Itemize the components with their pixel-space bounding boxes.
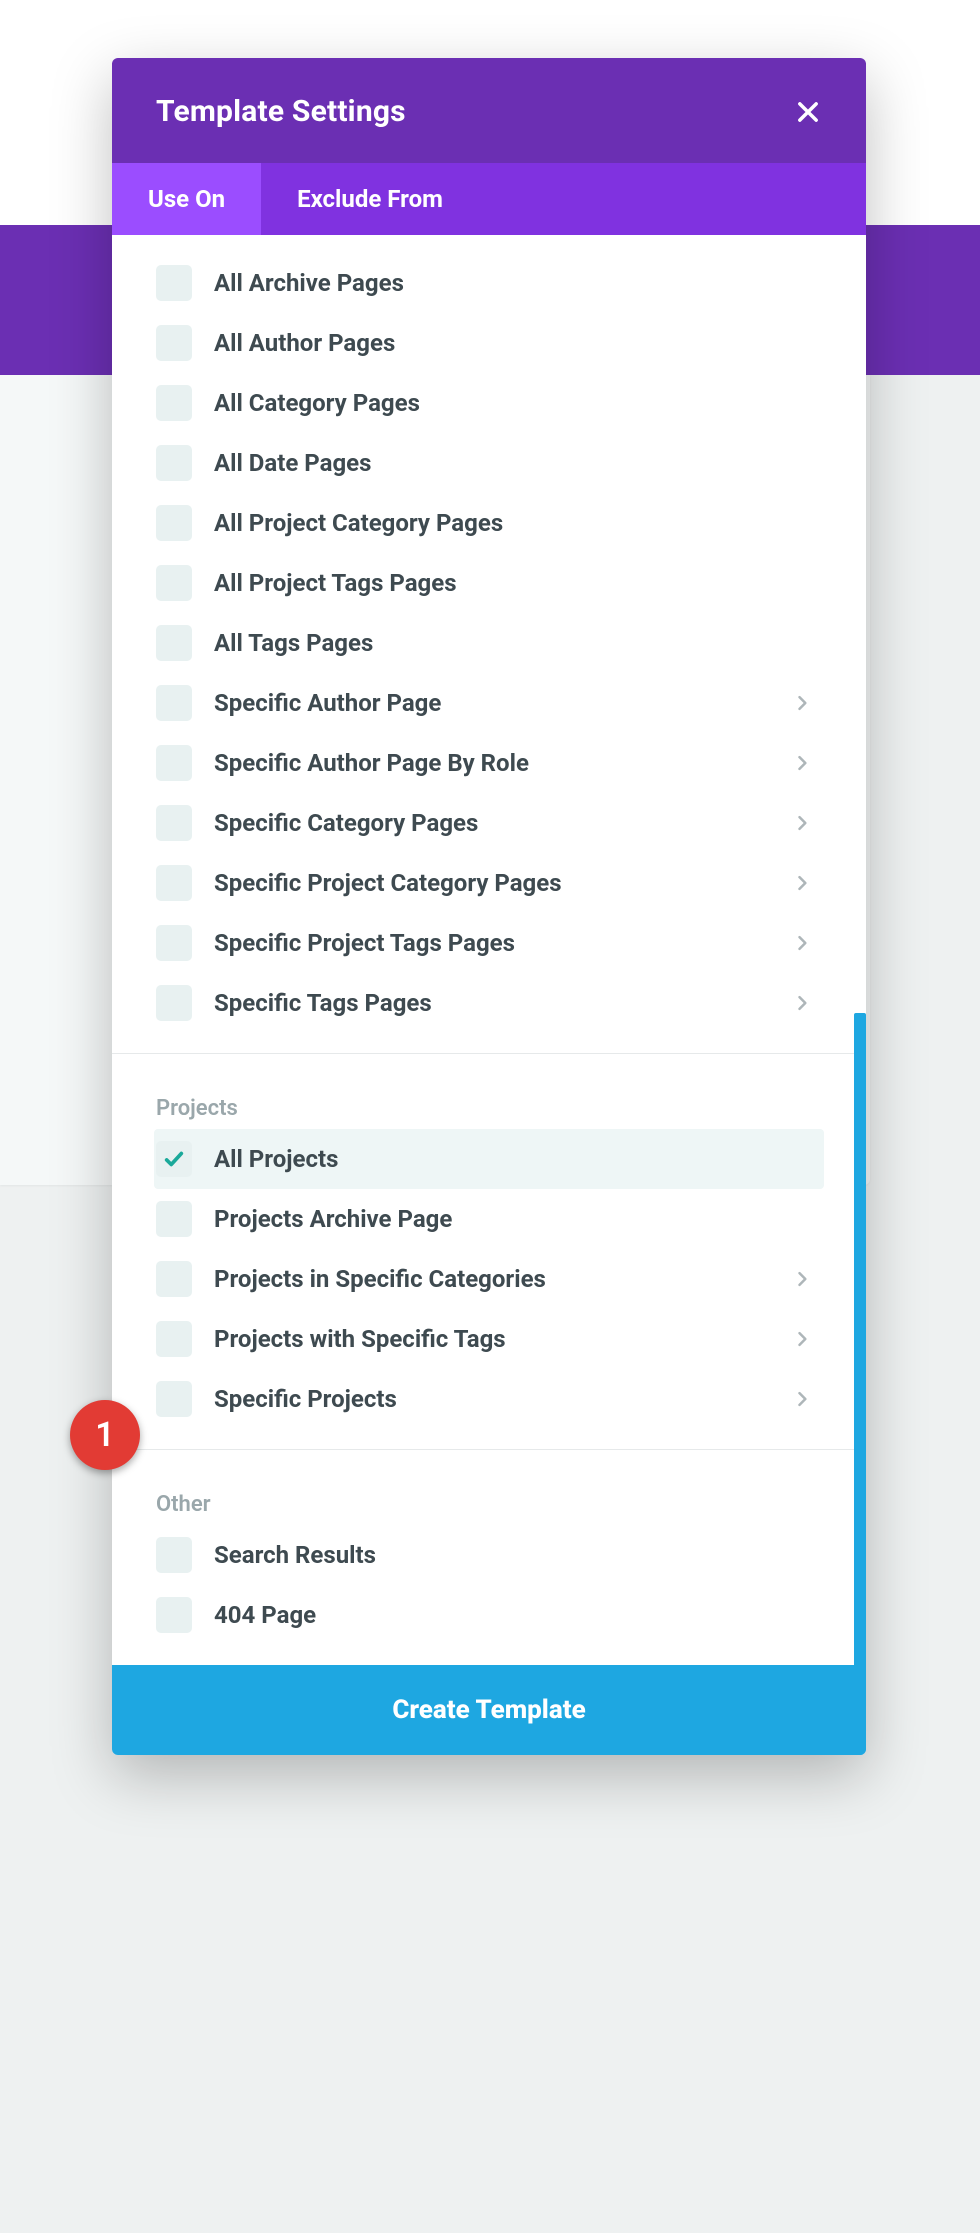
chevron-right-icon [792, 873, 812, 893]
checkbox[interactable] [156, 625, 192, 661]
item-all-projects[interactable]: All Projects [154, 1129, 824, 1189]
checkbox[interactable] [156, 985, 192, 1021]
chevron-right-icon [792, 1389, 812, 1409]
section-other: Other Search Results 404 Page [112, 1449, 866, 1655]
item-label: Projects in Specific Categories [214, 1265, 546, 1293]
checkbox[interactable] [156, 805, 192, 841]
item-all-category-pages[interactable]: All Category Pages [154, 373, 824, 433]
modal-title: Template Settings [156, 94, 406, 129]
scrollbar[interactable] [854, 1013, 866, 1755]
item-label: Specific Project Category Pages [214, 869, 562, 897]
item-label: All Project Category Pages [214, 509, 503, 537]
chevron-right-icon [792, 933, 812, 953]
item-label: Specific Author Page [214, 689, 441, 717]
item-specific-projects[interactable]: Specific Projects [154, 1369, 824, 1429]
checkbox[interactable] [156, 925, 192, 961]
item-label: All Author Pages [214, 329, 395, 357]
item-all-author-pages[interactable]: All Author Pages [154, 313, 824, 373]
checkbox[interactable] [156, 505, 192, 541]
item-label: Search Results [214, 1541, 376, 1569]
create-template-button[interactable]: Create Template [112, 1665, 866, 1755]
chevron-right-icon [792, 813, 812, 833]
scrollbar-thumb[interactable] [854, 1013, 866, 1755]
item-label: Specific Tags Pages [214, 989, 432, 1017]
item-label: Projects with Specific Tags [214, 1325, 506, 1353]
template-settings-modal: Template Settings Use On Exclude From Al… [112, 58, 866, 1755]
item-specific-author-page[interactable]: Specific Author Page [154, 673, 824, 733]
item-label: Projects Archive Page [214, 1205, 452, 1233]
item-label: 404 Page [214, 1601, 316, 1629]
chevron-right-icon [792, 1329, 812, 1349]
checkbox[interactable] [156, 865, 192, 901]
section-title-projects: Projects [154, 1072, 824, 1129]
item-label: Specific Project Tags Pages [214, 929, 515, 957]
item-label: All Tags Pages [214, 629, 373, 657]
chevron-right-icon [792, 693, 812, 713]
tabs: Use On Exclude From [112, 163, 866, 235]
annotation-badge-1: 1 [70, 1400, 140, 1470]
item-all-project-tags-pages[interactable]: All Project Tags Pages [154, 553, 824, 613]
item-specific-author-page-by-role[interactable]: Specific Author Page By Role [154, 733, 824, 793]
item-specific-tags-pages[interactable]: Specific Tags Pages [154, 973, 824, 1033]
item-projects-in-specific-categories[interactable]: Projects in Specific Categories [154, 1249, 824, 1309]
checkbox[interactable] [156, 1261, 192, 1297]
item-label: All Archive Pages [214, 269, 404, 297]
section-archives: All Archive Pages All Author Pages All C… [112, 235, 866, 1043]
item-projects-with-specific-tags[interactable]: Projects with Specific Tags [154, 1309, 824, 1369]
chevron-right-icon [792, 753, 812, 773]
item-label: Specific Projects [214, 1385, 397, 1413]
item-projects-archive-page[interactable]: Projects Archive Page [154, 1189, 824, 1249]
checkbox[interactable] [156, 1537, 192, 1573]
item-404-page[interactable]: 404 Page [154, 1585, 824, 1645]
item-all-project-category-pages[interactable]: All Project Category Pages [154, 493, 824, 553]
checkbox[interactable] [156, 565, 192, 601]
checkbox[interactable] [156, 1201, 192, 1237]
modal-body: All Archive Pages All Author Pages All C… [112, 235, 866, 1665]
item-label: All Projects [214, 1145, 338, 1173]
item-all-tags-pages[interactable]: All Tags Pages [154, 613, 824, 673]
checkbox[interactable] [156, 325, 192, 361]
item-specific-category-pages[interactable]: Specific Category Pages [154, 793, 824, 853]
checkbox[interactable] [156, 1381, 192, 1417]
chevron-right-icon [792, 1269, 812, 1289]
checkbox[interactable] [156, 745, 192, 781]
close-icon [794, 98, 822, 126]
item-label: Specific Category Pages [214, 809, 478, 837]
section-title-other: Other [154, 1468, 824, 1525]
item-label: All Date Pages [214, 449, 371, 477]
checkbox[interactable] [156, 1321, 192, 1357]
item-all-archive-pages[interactable]: All Archive Pages [154, 253, 824, 313]
item-all-date-pages[interactable]: All Date Pages [154, 433, 824, 493]
item-specific-project-tags-pages[interactable]: Specific Project Tags Pages [154, 913, 824, 973]
section-projects: Projects All Projects Projects Archive P… [112, 1053, 866, 1439]
checkbox[interactable] [156, 685, 192, 721]
tab-exclude-from[interactable]: Exclude From [261, 163, 479, 235]
checkbox[interactable] [156, 1597, 192, 1633]
item-label: All Project Tags Pages [214, 569, 457, 597]
checkbox-checked[interactable] [156, 1141, 192, 1177]
close-button[interactable] [794, 98, 822, 126]
tab-use-on[interactable]: Use On [112, 163, 261, 235]
checkbox[interactable] [156, 265, 192, 301]
item-label: All Category Pages [214, 389, 420, 417]
item-search-results[interactable]: Search Results [154, 1525, 824, 1585]
chevron-right-icon [792, 993, 812, 1013]
modal-header: Template Settings [112, 58, 866, 163]
checkbox[interactable] [156, 445, 192, 481]
item-specific-project-category-pages[interactable]: Specific Project Category Pages [154, 853, 824, 913]
checkbox[interactable] [156, 385, 192, 421]
stage: Template Settings Use On Exclude From Al… [0, 0, 980, 2233]
item-label: Specific Author Page By Role [214, 749, 529, 777]
